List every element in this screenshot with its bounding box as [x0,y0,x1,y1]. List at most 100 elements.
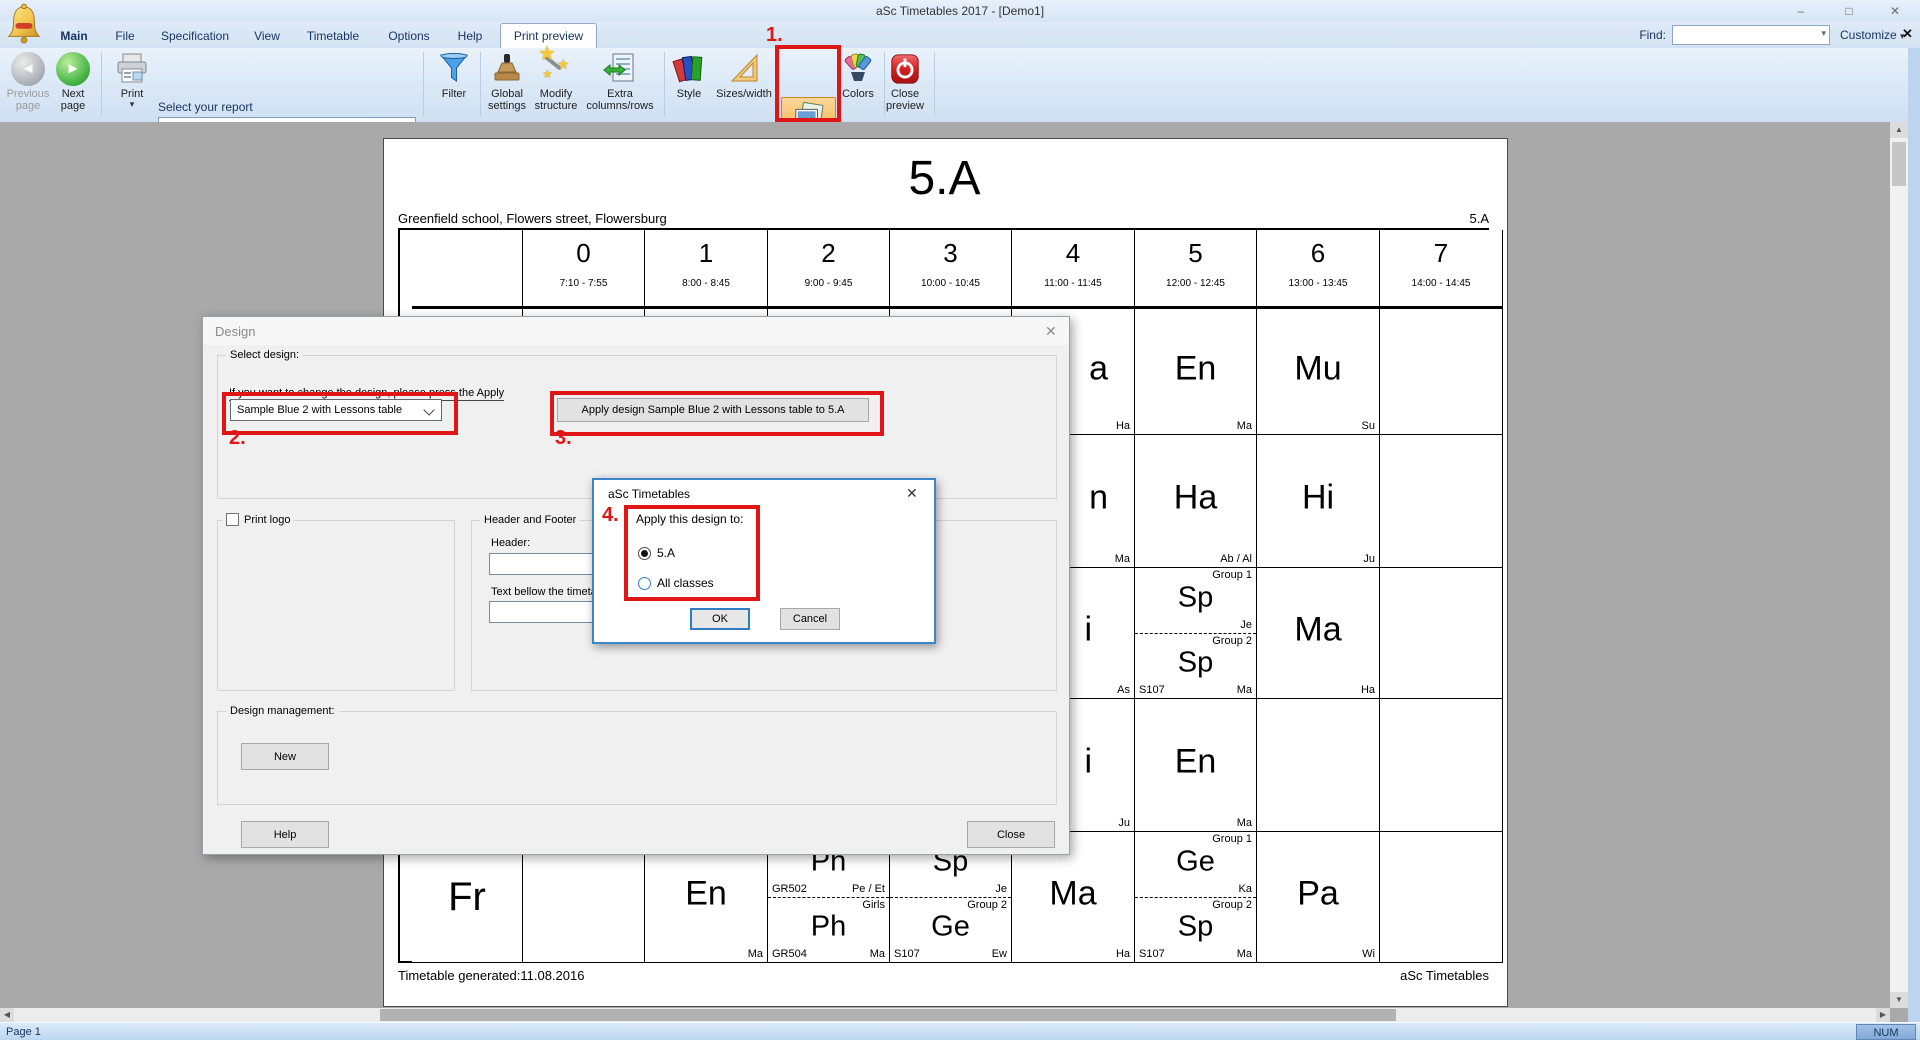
radio-option-all-classes[interactable]: All classes [638,576,714,590]
tab-timetable[interactable]: Timetable [294,29,372,43]
asc-bell-logo-icon[interactable] [5,2,43,46]
close-icon[interactable]: ✕ [1045,323,1057,340]
dialog-title: aSc Timetables [608,487,690,501]
design-select[interactable]: Sample Blue 2 with Lessons table [230,399,442,421]
timetable-cell: 07:10 - 7:55 [523,230,645,309]
radio-option-class[interactable]: 5.A [638,546,675,560]
scroll-down-icon[interactable]: ▼ [1890,992,1908,1008]
timetable-cell: Group 1SpJe [1135,568,1256,633]
minimize-button[interactable]: – [1786,3,1816,19]
chevron-down-icon[interactable]: ▾ [1821,29,1826,37]
timetable-text: Su [1362,420,1375,432]
timetable-text: Ma [1115,553,1130,565]
extra-columns-rows-button[interactable]: Extra columns/rows [577,50,663,112]
report-label: Select your report [158,100,253,114]
vertical-scrollbar[interactable]: ▲ ▼ [1890,122,1908,1008]
timetable-text: Ma [1237,948,1252,960]
previous-arrow-icon: ◄ [9,50,47,88]
customize-label: Customize [1840,28,1897,42]
print-logo-group [217,520,455,691]
timetable-cell: Group 1GeKaGroup 2SpS107Ma [1135,832,1257,963]
next-page-button[interactable]: ► Next page [52,50,94,112]
style-button[interactable]: Style [665,50,713,100]
print-logo-option[interactable]: Print logo [223,513,293,526]
timetable-text: Ma [1237,817,1252,829]
vertical-scroll-thumb[interactable] [1892,142,1906,186]
print-button[interactable]: Print ▾ [110,50,154,108]
new-button[interactable]: New [241,743,329,770]
timetable-text: 10:00 - 10:45 [890,278,1011,289]
timetable-text: Je [1240,619,1252,631]
radio-icon[interactable] [638,577,651,590]
restore-button[interactable]: □ [1834,3,1864,19]
timetable-cell: 411:00 - 11:45 [1012,230,1135,309]
timetable-cell [1257,699,1380,832]
radio-icon[interactable] [638,547,651,560]
tab-help[interactable]: Help [448,29,492,43]
timetable-text: 7:10 - 7:55 [523,278,644,289]
timetable-cell: MuSu [1257,309,1380,435]
timetable-text: Ha [1361,684,1375,696]
timetable-text: Group 2 [967,899,1007,911]
timetable-text: 1 [645,238,767,269]
timetable-text: As [1117,684,1130,696]
dialog-title-bar[interactable] [203,317,1069,345]
page-title: 5.A [384,151,1505,206]
tab-main[interactable]: Main [46,29,102,43]
timetable-text: i [1084,742,1092,781]
scroll-up-icon[interactable]: ▲ [1890,122,1908,138]
previous-page-button[interactable]: ◄ Previous page [4,50,52,112]
tab-file[interactable]: File [103,29,147,43]
filter-label: Filter [442,88,466,100]
tab-view[interactable]: View [243,29,291,43]
apply-design-button[interactable]: Apply design Sample Blue 2 with Lessons … [557,398,869,422]
apply-prompt: Apply this design to: [636,512,743,526]
help-button[interactable]: Help [241,821,329,848]
colors-button[interactable]: Colors [836,50,880,100]
timetable-cell: 18:00 - 8:45 [645,230,768,309]
customize-button[interactable]: Customize ▾ [1840,28,1905,42]
timetable-text: Sp [1135,647,1256,680]
timetable-text: Pa [1257,874,1379,913]
toolbar-close-icon[interactable]: ✕ [1902,26,1913,42]
timetable-text: Ph [768,911,889,944]
power-icon [886,50,924,88]
timetable-cell: 512:00 - 12:45 [1135,230,1257,309]
close-icon[interactable]: ✕ [906,485,918,502]
filter-button[interactable]: Filter [428,50,480,100]
timetable-text: S107 [1139,948,1165,960]
colors-label: Colors [842,88,874,100]
annotation-number-4: 4. [602,504,619,527]
close-preview-button[interactable]: Close preview [879,50,931,112]
close-dialog-button[interactable]: Close [967,821,1055,848]
window-title: aSc Timetables 2017 - [Demo1] [0,4,1920,18]
scroll-left-icon[interactable]: ◀ [0,1008,14,1022]
timetable-text: n [1089,478,1108,517]
timetable-text: Ha [1116,420,1130,432]
scroll-right-icon[interactable]: ▶ [1876,1008,1890,1022]
sizes-width-button[interactable]: Sizes/width [709,50,779,100]
timetable-cell: EnMa [1135,699,1257,832]
cancel-button[interactable]: Cancel [780,608,840,630]
timetable-cell: Group 1GeKa [1135,832,1256,897]
timetable-text: 5 [1135,238,1256,269]
tab-options[interactable]: Options [378,29,440,43]
timetable-text: 6 [1257,238,1379,269]
tab-specification[interactable]: Specification [147,29,243,43]
print-logo-checkbox[interactable] [226,513,239,526]
timetable-text: i [1084,610,1092,649]
find-input[interactable]: ▾ [1672,25,1830,45]
timetable-text: En [645,874,767,913]
printer-icon [113,50,151,88]
timetable-text: Ma [748,948,763,960]
timetable-text: Group 1 [1212,833,1252,845]
timetable-text: GR504 [772,948,807,960]
horizontal-scrollbar[interactable]: ◀ ▶ [0,1008,1890,1022]
horizontal-scroll-thumb[interactable] [380,1009,1396,1021]
ok-button[interactable]: OK [690,608,750,630]
close-button[interactable]: ✕ [1880,3,1910,19]
timetable-cell: 29:00 - 9:45 [768,230,890,309]
menu-bar: Main File Specification View Timetable O… [0,22,1920,48]
design-select-value: Sample Blue 2 with Lessons table [237,404,402,416]
magic-wand-stars-icon: ★ ★ ★ [537,50,575,88]
